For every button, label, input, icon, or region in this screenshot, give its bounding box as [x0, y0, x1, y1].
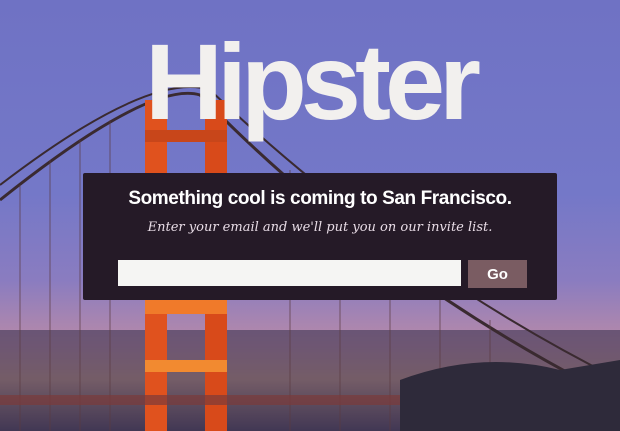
- signup-headline: Something cool is coming to San Francisc…: [128, 188, 512, 209]
- signup-panel: Something cool is coming to San Francisc…: [83, 173, 557, 300]
- hero-title: Hipster: [144, 21, 481, 142]
- go-button[interactable]: Go: [468, 260, 527, 288]
- email-input[interactable]: [118, 260, 461, 286]
- signup-subtext: Enter your email and we'll put you on ou…: [147, 220, 493, 235]
